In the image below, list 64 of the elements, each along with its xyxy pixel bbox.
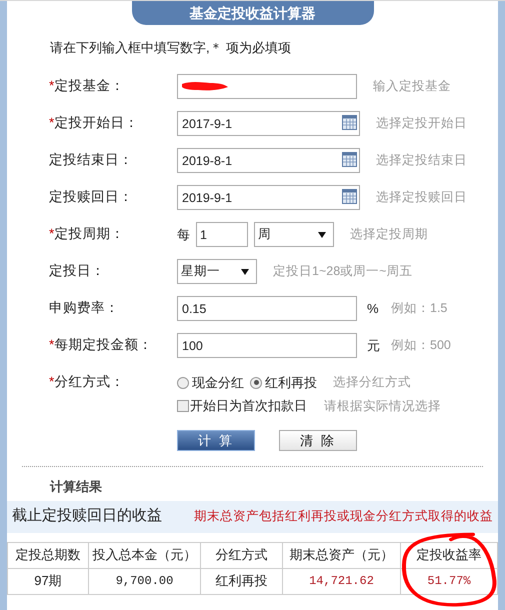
field-label: 定投赎回日：: [49, 188, 133, 206]
hint-text: 例如：1.5: [391, 300, 448, 318]
field-label: 定投结束日：: [49, 151, 133, 170]
field-label: 申购费率：: [49, 299, 119, 318]
calendar-icon[interactable]: [342, 115, 357, 130]
required-mark: *: [49, 225, 54, 244]
calendar-icon[interactable]: [342, 189, 357, 204]
checkbox[interactable]: [177, 400, 189, 412]
required-mark: *: [49, 114, 54, 132]
date-field[interactable]: 2017-9-1: [177, 111, 360, 136]
calendar-icon[interactable]: [342, 152, 357, 167]
field-label: 定投基金：: [54, 77, 124, 96]
column-header: 定投总期数: [8, 542, 88, 568]
caret-icon: [241, 268, 249, 274]
dropdown[interactable]: 星期一: [177, 259, 257, 284]
date-field[interactable]: 2019-9-1: [177, 185, 360, 210]
radio-button[interactable]: [250, 376, 262, 388]
page-title: 基金定投收益计算器: [132, 1, 374, 25]
hint-text: 定投日1~28或周一~周五: [273, 263, 412, 280]
column-header: 分红方式: [200, 542, 282, 568]
field-label: 定投周期：: [54, 225, 124, 244]
hint-text: 选择分红方式: [333, 374, 411, 392]
prefix-text: 每: [177, 226, 190, 244]
input-field[interactable]: 1: [196, 222, 248, 247]
field-label: 每期定投金额：: [54, 336, 152, 354]
table-cell: 14,721.62: [282, 568, 400, 594]
table-cell: 9,700.00: [88, 568, 200, 594]
banner-title: 截止定投赎回日的收益: [12, 506, 162, 526]
required-mark: *: [49, 336, 54, 354]
dropdown[interactable]: 周: [254, 222, 334, 247]
hint-text: 选择定投周期: [350, 226, 428, 244]
input-field[interactable]: [177, 74, 357, 99]
column-header: 投入总本金（元）: [88, 542, 200, 568]
banner-note: 期末总资产包括红利再投或现金分红方式取得的收益: [194, 508, 493, 526]
column-header: 定投收益率: [400, 542, 498, 568]
radio-option[interactable]: 现金分红: [177, 372, 244, 392]
hint-text: 输入定投基金: [373, 78, 451, 96]
instruction-text: 请在下列输入框中填写数字,＊ 项为必填项: [50, 39, 292, 57]
date-field[interactable]: 2019-8-1: [177, 148, 360, 173]
caret-icon: [318, 232, 326, 238]
hint-text: 选择定投开始日: [376, 115, 467, 132]
radio-button[interactable]: [177, 376, 189, 388]
unit-text: %: [367, 300, 377, 318]
column-header: 期末总资产（元）: [282, 542, 400, 568]
field-label: 定投日：: [49, 262, 105, 280]
hint-text: 选择定投结束日: [376, 152, 467, 170]
hint-text: 选择定投赎回日: [376, 189, 467, 206]
hint-text: 例如：500: [391, 337, 451, 354]
field-label: 定投开始日：: [54, 114, 138, 132]
checkbox-option[interactable]: 开始日为首次扣款日: [177, 396, 307, 416]
calculate-button[interactable]: 计 算: [177, 430, 255, 451]
unit-text: 元: [367, 336, 377, 355]
table-cell: 红利再投: [200, 568, 282, 594]
input-field[interactable]: 0.15: [177, 296, 357, 321]
required-mark: *: [49, 373, 54, 392]
required-mark: *: [49, 77, 54, 96]
table-cell: 97期: [8, 568, 88, 594]
section-heading: 计算结果: [50, 478, 102, 496]
field-label: 分红方式：: [54, 373, 124, 392]
radio-option[interactable]: 红利再投: [250, 372, 317, 392]
clear-button[interactable]: 清 除: [279, 430, 357, 451]
hint-text: 请根据实际情况选择: [324, 398, 441, 415]
table-cell: 51.77%: [400, 568, 498, 594]
input-field[interactable]: 100: [177, 333, 357, 358]
